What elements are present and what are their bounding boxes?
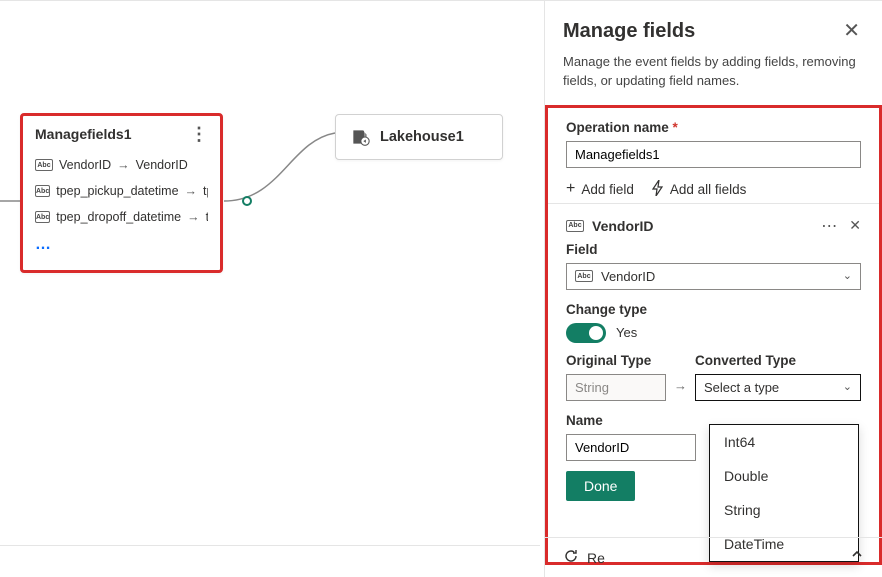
node-lakehouse[interactable]: Lakehouse1 [335, 114, 503, 160]
refresh-label[interactable]: Re [587, 550, 605, 566]
chevron-up-icon[interactable] [850, 547, 864, 564]
field-label: Field [566, 242, 861, 257]
original-type-label: Original Type [566, 353, 666, 368]
field-heading: VendorID [592, 218, 653, 234]
change-type-toggle[interactable] [566, 323, 606, 343]
converted-type-label: Converted Type [695, 353, 861, 368]
field-mapping-row[interactable]: Abc tpep_dropoff_datetime → tp [35, 204, 208, 230]
node-managefields[interactable]: Managefields1 ⋮ Abc VendorID → VendorID … [20, 113, 223, 273]
panel-title: Manage fields [563, 20, 695, 43]
toggle-value-label: Yes [616, 325, 637, 340]
type-option-string[interactable]: String [710, 493, 858, 527]
text-type-icon: Abc [575, 270, 593, 282]
field-remove-icon[interactable] [849, 217, 861, 234]
field-mapping-row[interactable]: Abc VendorID → VendorID [35, 152, 208, 178]
arrow-icon: → [185, 184, 198, 198]
type-option-int64[interactable]: Int64 [710, 425, 858, 459]
add-field-button[interactable]: + Add field [566, 180, 634, 199]
chevron-down-icon [843, 380, 852, 395]
converted-type-select[interactable]: Select a type [695, 374, 861, 401]
type-option-double[interactable]: Double [710, 459, 858, 493]
plus-icon: + [566, 180, 575, 198]
canvas[interactable]: Managefields1 ⋮ Abc VendorID → VendorID … [0, 1, 542, 537]
arrow-icon: → [117, 158, 130, 172]
operation-name-input[interactable] [566, 141, 861, 168]
change-type-label: Change type [566, 302, 861, 317]
canvas-footer [0, 545, 540, 577]
add-all-fields-button[interactable]: Add all fields [652, 180, 747, 199]
done-button[interactable]: Done [566, 471, 635, 501]
mapping-dst: tp [206, 210, 208, 224]
text-type-icon: Abc [566, 220, 584, 232]
text-type-icon: Abc [35, 159, 53, 171]
side-panel: Manage fields ✕ Manage the event fields … [544, 1, 882, 577]
arrow-icon: → [674, 371, 687, 401]
panel-highlight-region: Operation name * + Add field Add all fie… [545, 105, 882, 565]
original-type-field [566, 374, 666, 401]
node-lakehouse-title: Lakehouse1 [380, 129, 464, 145]
panel-description: Manage the event fields by adding fields… [563, 53, 864, 91]
operation-name-label: Operation name * [566, 120, 861, 135]
node-menu-icon[interactable]: ⋮ [190, 130, 208, 139]
chevron-down-icon [843, 269, 852, 284]
mapping-src: VendorID [59, 158, 111, 172]
name-input[interactable] [566, 434, 696, 461]
field-select[interactable]: AbcVendorID [566, 263, 861, 290]
field-more-icon[interactable] [821, 216, 837, 236]
text-type-icon: Abc [35, 185, 50, 197]
mapping-dst: tpe [203, 184, 208, 198]
mapping-src: tpep_pickup_datetime [56, 184, 178, 198]
refresh-icon[interactable] [563, 548, 579, 567]
mapping-dst: VendorID [136, 158, 188, 172]
lakehouse-icon [350, 127, 370, 147]
lightning-icon [652, 180, 664, 199]
text-type-icon: Abc [35, 211, 50, 223]
field-mapping-row[interactable]: Abc tpep_pickup_datetime → tpe [35, 178, 208, 204]
close-icon[interactable]: ✕ [839, 17, 864, 45]
arrow-icon: → [187, 210, 200, 224]
node-managefields-title: Managefields1 [35, 126, 131, 142]
more-rows-icon[interactable]: … [35, 236, 51, 254]
mapping-src: tpep_dropoff_datetime [56, 210, 181, 224]
